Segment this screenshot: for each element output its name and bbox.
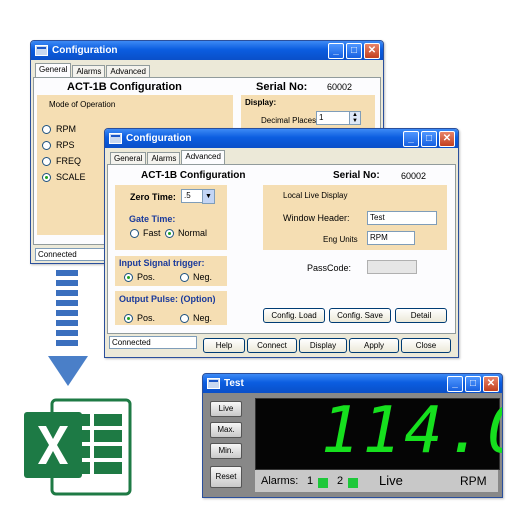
max-button[interactable]: Max. bbox=[210, 422, 242, 438]
radio-output-neg-label: Neg. bbox=[193, 313, 213, 323]
mode-label: Mode of Operation bbox=[49, 100, 116, 109]
eng-units-field[interactable]: RPM bbox=[367, 231, 415, 245]
config-heading: ACT-1B Configuration bbox=[141, 170, 246, 181]
test-window: Test _ □ ✕ Live Max. Min. Reset 114.0 Al… bbox=[202, 373, 503, 498]
window-title: Test bbox=[224, 378, 244, 389]
radio-freq[interactable] bbox=[42, 157, 51, 166]
minimize-icon[interactable]: _ bbox=[403, 131, 419, 147]
window-title: Configuration bbox=[126, 133, 192, 144]
maximize-icon[interactable]: □ bbox=[421, 131, 437, 147]
alarms-label: Alarms: bbox=[261, 475, 299, 487]
window-header-field[interactable]: Test bbox=[367, 211, 437, 225]
input-trigger-label: Input Signal trigger: bbox=[119, 258, 205, 268]
minimize-icon[interactable]: _ bbox=[328, 43, 344, 59]
radio-output-neg[interactable] bbox=[180, 314, 189, 323]
radio-freq-label: FREQ bbox=[56, 156, 82, 166]
minimize-icon[interactable]: _ bbox=[447, 376, 463, 392]
config-heading: ACT-1B Configuration bbox=[67, 81, 182, 93]
close-icon[interactable]: ✕ bbox=[364, 43, 380, 59]
app-icon bbox=[35, 45, 48, 56]
title-bar[interactable]: Test _ □ ✕ bbox=[203, 374, 502, 393]
units-text: RPM bbox=[460, 474, 487, 488]
radio-rpm[interactable] bbox=[42, 125, 51, 134]
alarm-1-label: 1 bbox=[307, 475, 314, 487]
zero-time-label: Zero Time: bbox=[130, 192, 176, 202]
maximize-icon[interactable]: □ bbox=[465, 376, 481, 392]
config-save-button[interactable]: Config. Save bbox=[329, 308, 391, 323]
window-header-label: Window Header: bbox=[283, 213, 350, 223]
radio-input-neg-label: Neg. bbox=[193, 272, 213, 282]
alarm-2-label: 2 bbox=[337, 475, 344, 487]
local-live-label: Local Live Display bbox=[283, 191, 348, 200]
radio-gate-fast[interactable] bbox=[130, 229, 139, 238]
stepper-arrows-icon[interactable]: ▲ ▼ bbox=[349, 111, 361, 125]
gate-time-label: Gate Time: bbox=[129, 214, 176, 224]
output-pulse-label: Output Pulse: (Option) bbox=[119, 294, 216, 304]
help-button[interactable]: Help bbox=[203, 338, 245, 353]
status-field: Connected bbox=[35, 248, 105, 261]
passcode-field[interactable] bbox=[367, 260, 417, 274]
radio-rpm-label: RPM bbox=[56, 124, 76, 134]
mode-text: Live bbox=[379, 473, 403, 488]
display-label: Display: bbox=[245, 98, 277, 107]
radio-rps[interactable] bbox=[42, 141, 51, 150]
reset-button[interactable]: Reset bbox=[210, 466, 242, 488]
title-bar[interactable]: Configuration _ □ ✕ bbox=[31, 41, 383, 60]
radio-input-pos-label: Pos. bbox=[137, 272, 156, 282]
radio-gate-normal-label: Normal bbox=[178, 228, 208, 238]
radio-scale-label: SCALE bbox=[56, 172, 86, 182]
radio-input-pos[interactable] bbox=[124, 273, 133, 282]
window-title: Configuration bbox=[52, 45, 118, 56]
radio-scale[interactable] bbox=[42, 173, 51, 182]
radio-rps-label: RPS bbox=[56, 140, 75, 150]
alarm-1-indicator bbox=[318, 478, 328, 488]
config-window-front: Configuration _ □ ✕ General Alarms Advan… bbox=[104, 128, 459, 358]
radio-input-neg[interactable] bbox=[180, 273, 189, 282]
min-button[interactable]: Min. bbox=[210, 443, 242, 459]
apply-button[interactable]: Apply bbox=[349, 338, 399, 353]
passcode-label: PassCode: bbox=[307, 263, 352, 273]
app-icon bbox=[109, 133, 122, 144]
config-load-button[interactable]: Config. Load bbox=[263, 308, 325, 323]
display-button[interactable]: Display bbox=[299, 338, 347, 353]
tab-general[interactable]: General bbox=[35, 63, 72, 78]
serial-value: 60002 bbox=[327, 82, 353, 92]
arrow-down-icon bbox=[48, 270, 88, 386]
live-button[interactable]: Live bbox=[210, 401, 242, 417]
excel-icon bbox=[24, 398, 132, 496]
maximize-icon[interactable]: □ bbox=[346, 43, 362, 59]
chevron-down-icon[interactable]: ▼ bbox=[202, 189, 215, 204]
tab-advanced[interactable]: Advanced bbox=[181, 150, 225, 165]
radio-output-pos[interactable] bbox=[124, 314, 133, 323]
decimal-label: Decimal Places bbox=[261, 116, 317, 125]
close-button[interactable]: Close bbox=[401, 338, 451, 353]
eng-units-label: Eng Units bbox=[323, 235, 358, 244]
serial-value: 60002 bbox=[401, 171, 427, 181]
app-icon bbox=[207, 378, 220, 389]
radio-gate-fast-label: Fast bbox=[143, 228, 161, 238]
close-icon[interactable]: ✕ bbox=[483, 376, 499, 392]
title-bar[interactable]: Configuration _ □ ✕ bbox=[105, 129, 458, 148]
detail-button[interactable]: Detail bbox=[395, 308, 447, 323]
close-icon[interactable]: ✕ bbox=[439, 131, 455, 147]
radio-gate-normal[interactable] bbox=[165, 229, 174, 238]
serial-label: Serial No: bbox=[256, 81, 308, 93]
connect-button[interactable]: Connect bbox=[247, 338, 297, 353]
radio-output-pos-label: Pos. bbox=[137, 313, 156, 323]
reading-value: 114.0 bbox=[321, 394, 502, 468]
alarm-2-indicator bbox=[348, 478, 358, 488]
serial-label: Serial No: bbox=[333, 170, 380, 181]
status-field: Connected bbox=[109, 336, 197, 349]
